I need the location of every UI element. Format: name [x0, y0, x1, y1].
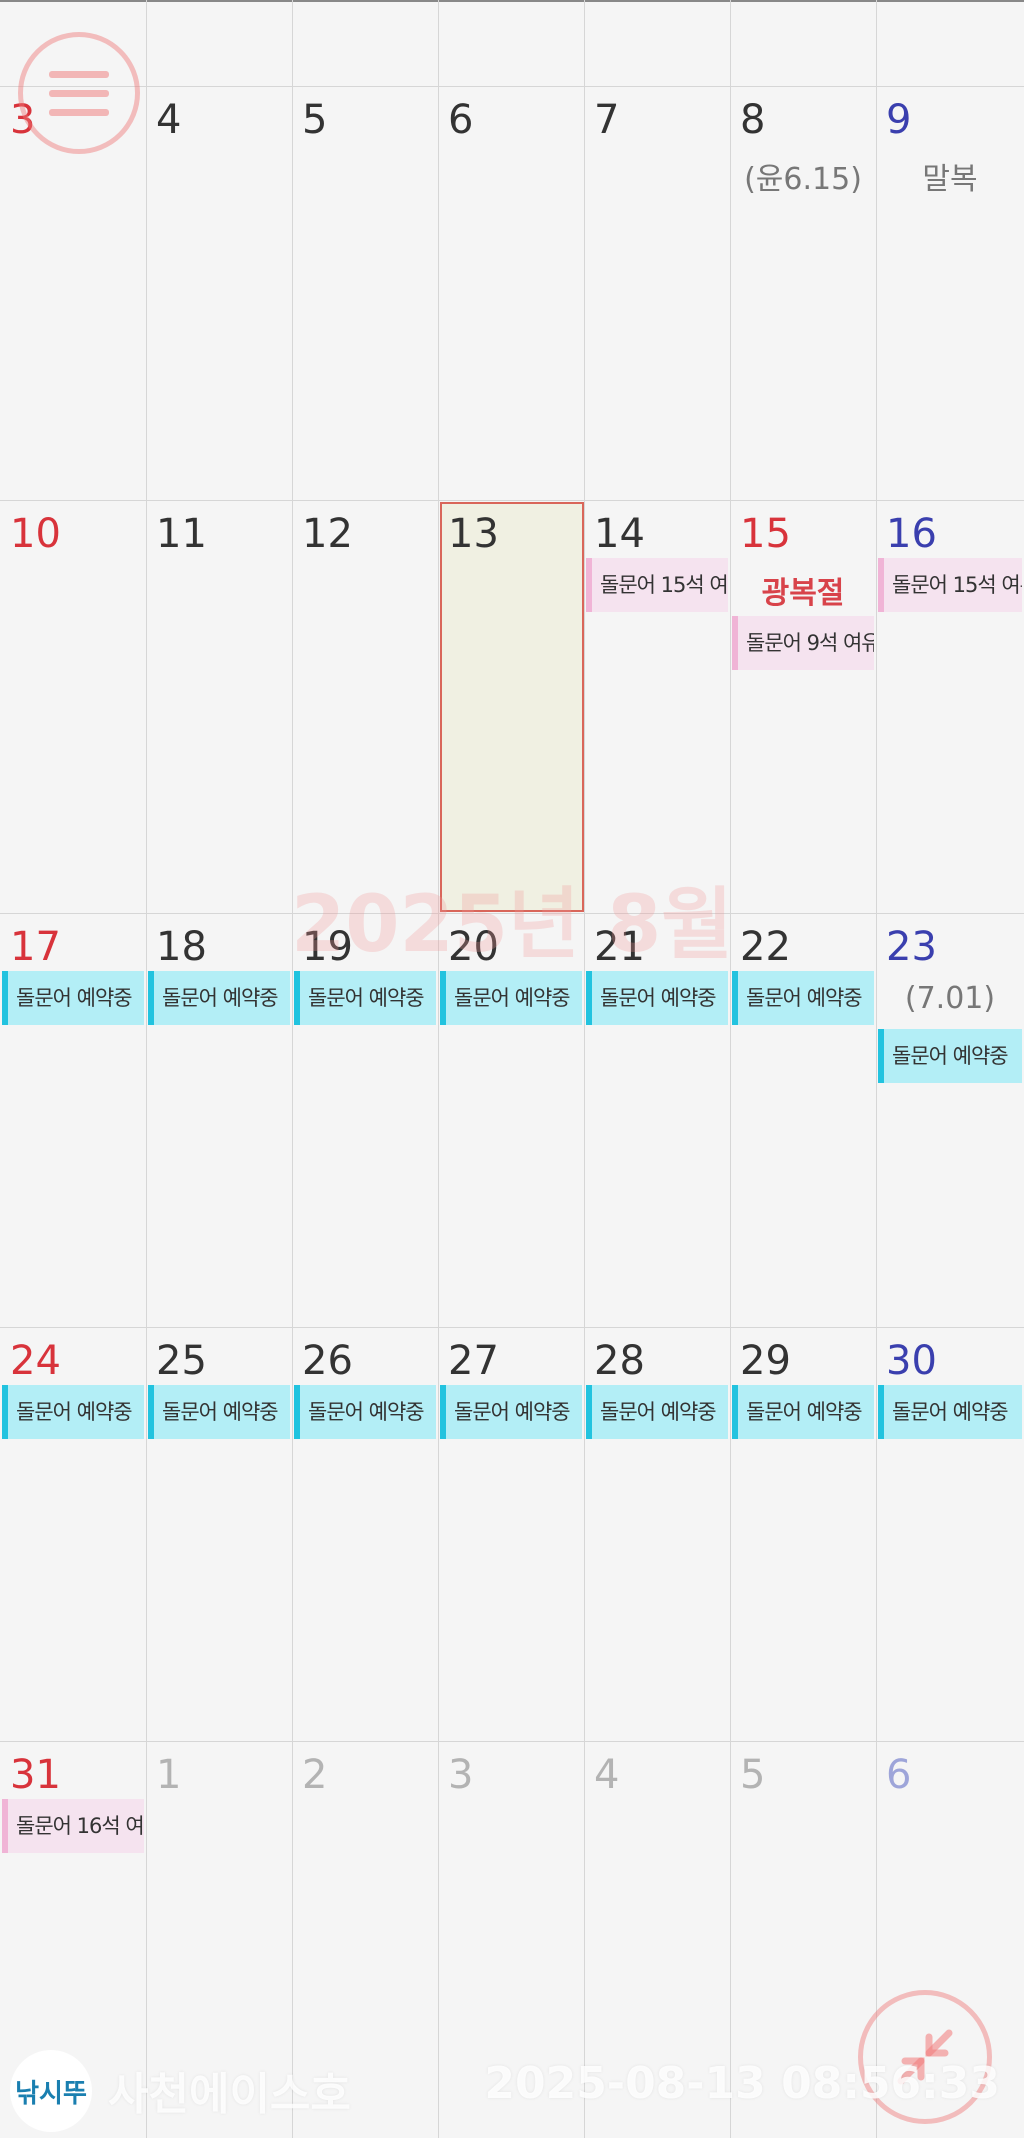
- calendar-day-cell[interactable]: 17 돌문어 예약중: [0, 913, 146, 1327]
- event-booked[interactable]: 돌문어 예약중: [440, 971, 582, 1025]
- calendar-day-cell[interactable]: 30 돌문어 예약중: [876, 1327, 1024, 1741]
- calendar-day-cell[interactable]: 27 돌문어 예약중: [438, 1327, 584, 1741]
- menu-button[interactable]: [18, 32, 140, 154]
- event-booked[interactable]: 돌문어 예약중: [294, 971, 436, 1025]
- calendar-day-cell[interactable]: 23 (7.01) 돌문어 예약중: [876, 913, 1024, 1327]
- calendar-day-cell[interactable]: 5: [292, 86, 438, 500]
- day-number: 20: [448, 924, 499, 970]
- day-number: 19: [302, 924, 353, 970]
- lunar-date-label: (윤6.15): [744, 162, 862, 197]
- day-number: 15: [740, 511, 791, 557]
- calendar-day-cell[interactable]: 26 돌문어 예약중: [292, 1327, 438, 1741]
- hamburger-menu-icon: [49, 89, 109, 97]
- event-booked[interactable]: 돌문어 예약중: [586, 971, 728, 1025]
- day-number: 3: [448, 1752, 474, 1798]
- day-number: 23: [886, 924, 937, 970]
- event-booked[interactable]: 돌문어 예약중: [148, 1385, 290, 1439]
- event-booked[interactable]: 돌문어 예약중: [732, 971, 874, 1025]
- day-number: 8: [740, 97, 766, 143]
- calendar-day-cell[interactable]: 19 돌문어 예약중: [292, 913, 438, 1327]
- calendar-day-cell[interactable]: 9 말복: [876, 86, 1024, 500]
- calendar-day-cell[interactable]: 10: [0, 500, 146, 913]
- hamburger-menu-icon: [49, 70, 109, 78]
- calendar-day-cell[interactable]: 24 돌문어 예약중: [0, 1327, 146, 1741]
- day-number: 31: [10, 1752, 61, 1798]
- calendar-day-cell[interactable]: 16돌문어 15석 여유: [876, 500, 1024, 913]
- event-available[interactable]: 돌문어 15석 여유: [878, 558, 1022, 612]
- day-number: 29: [740, 1338, 791, 1384]
- day-number: 24: [10, 1338, 61, 1384]
- timestamp: 2025-08-13 08:56:33: [484, 2058, 1000, 2109]
- calendar-grid: 345678(윤6.15)9말복1011121314돌문어 15석 여유15광복…: [0, 0, 1024, 2138]
- calendar-day-cell[interactable]: 14돌문어 15석 여유: [584, 500, 730, 913]
- calendar-day-cell[interactable]: 18 돌문어 예약중: [146, 913, 292, 1327]
- calendar-day-cell[interactable]: 6: [438, 86, 584, 500]
- calendar-day-cell[interactable]: 28 돌문어 예약중: [584, 1327, 730, 1741]
- app-logo: 낚시뚜: [10, 2050, 92, 2132]
- top-border: [0, 0, 1024, 2]
- day-number: 28: [594, 1338, 645, 1384]
- day-number: 21: [594, 924, 645, 970]
- event-booked[interactable]: 돌문어 예약중: [586, 1385, 728, 1439]
- day-number: 9: [886, 97, 912, 143]
- calendar-day-cell[interactable]: 13: [438, 500, 584, 913]
- holiday-label: 광복절: [761, 576, 845, 611]
- calendar-day-cell[interactable]: 12: [292, 500, 438, 913]
- calendar-day-cell[interactable]: 15 광복절돌문어 9석 여유: [730, 500, 876, 913]
- day-number: 27: [448, 1338, 499, 1384]
- day-number: 18: [156, 924, 207, 970]
- day-number: 22: [740, 924, 791, 970]
- day-number: 5: [302, 97, 328, 143]
- day-number: 1: [156, 1752, 182, 1798]
- event-booked[interactable]: 돌문어 예약중: [294, 1385, 436, 1439]
- day-number: 10: [10, 511, 61, 557]
- event-booked[interactable]: 돌문어 예약중: [878, 1385, 1022, 1439]
- calendar-day-cell[interactable]: 8 (윤6.15): [730, 86, 876, 500]
- lunar-date-label: (7.01): [904, 981, 996, 1016]
- day-number: 11: [156, 511, 207, 557]
- day-number: 12: [302, 511, 353, 557]
- calendar-day-cell[interactable]: 20 돌문어 예약중: [438, 913, 584, 1327]
- calendar-day-cell[interactable]: 4: [146, 86, 292, 500]
- calendar-day-cell[interactable]: 22 돌문어 예약중: [730, 913, 876, 1327]
- day-number: 4: [594, 1752, 620, 1798]
- event-booked[interactable]: 돌문어 예약중: [2, 971, 144, 1025]
- day-number: 6: [448, 97, 474, 143]
- event-booked[interactable]: 돌문어 예약중: [2, 1385, 144, 1439]
- calendar-day-cell[interactable]: 11: [146, 500, 292, 913]
- day-number: 2: [302, 1752, 328, 1798]
- calendar-day-cell[interactable]: 7: [584, 86, 730, 500]
- day-number: 26: [302, 1338, 353, 1384]
- day-number: 13: [448, 511, 499, 557]
- calendar-day-cell[interactable]: 21 돌문어 예약중: [584, 913, 730, 1327]
- event-booked[interactable]: 돌문어 예약중: [148, 971, 290, 1025]
- event-available[interactable]: 돌문어 9석 여유: [732, 616, 874, 670]
- lunar-date-label: 말복: [922, 162, 978, 197]
- day-number: 5: [740, 1752, 766, 1798]
- day-number: 16: [886, 511, 937, 557]
- hamburger-menu-icon: [49, 108, 109, 116]
- event-booked[interactable]: 돌문어 예약중: [732, 1385, 874, 1439]
- boat-name: 사천에이스호: [108, 2069, 351, 2120]
- event-available[interactable]: 돌문어 15석 여유: [586, 558, 728, 612]
- calendar-day-cell[interactable]: 29 돌문어 예약중: [730, 1327, 876, 1741]
- event-booked[interactable]: 돌문어 예약중: [440, 1385, 582, 1439]
- event-booked[interactable]: 돌문어 예약중: [878, 1029, 1022, 1083]
- day-number: 7: [594, 97, 620, 143]
- day-number: 14: [594, 511, 645, 557]
- day-number: 17: [10, 924, 61, 970]
- event-available[interactable]: 돌문어 16석 여유: [2, 1799, 144, 1853]
- calendar-day-cell[interactable]: 25 돌문어 예약중: [146, 1327, 292, 1741]
- day-number: 25: [156, 1338, 207, 1384]
- day-number: 30: [886, 1338, 937, 1384]
- day-number: 6: [886, 1752, 912, 1798]
- day-number: 4: [156, 97, 182, 143]
